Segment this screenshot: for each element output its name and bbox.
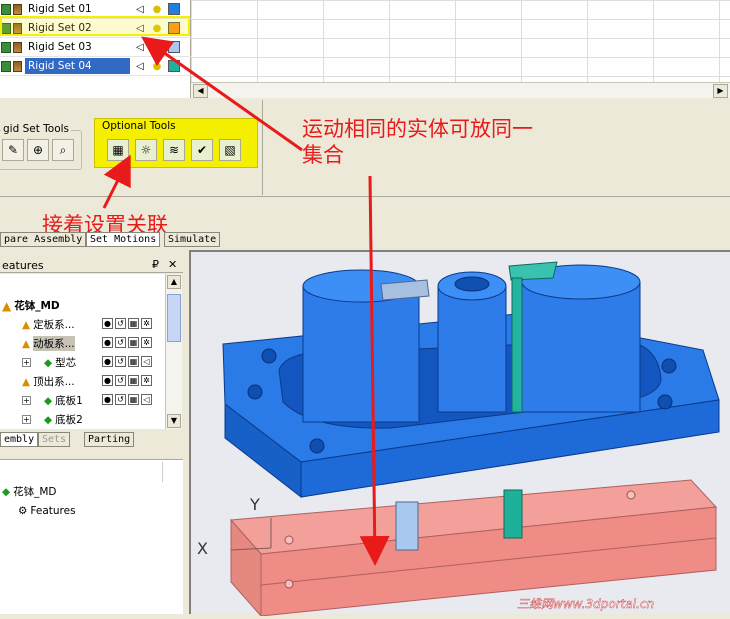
arrow-to-optional-tools xyxy=(102,154,131,209)
arrow-to-rigid-set xyxy=(141,36,303,152)
annotation-arrows xyxy=(102,36,390,566)
arrow-to-model xyxy=(359,175,390,566)
